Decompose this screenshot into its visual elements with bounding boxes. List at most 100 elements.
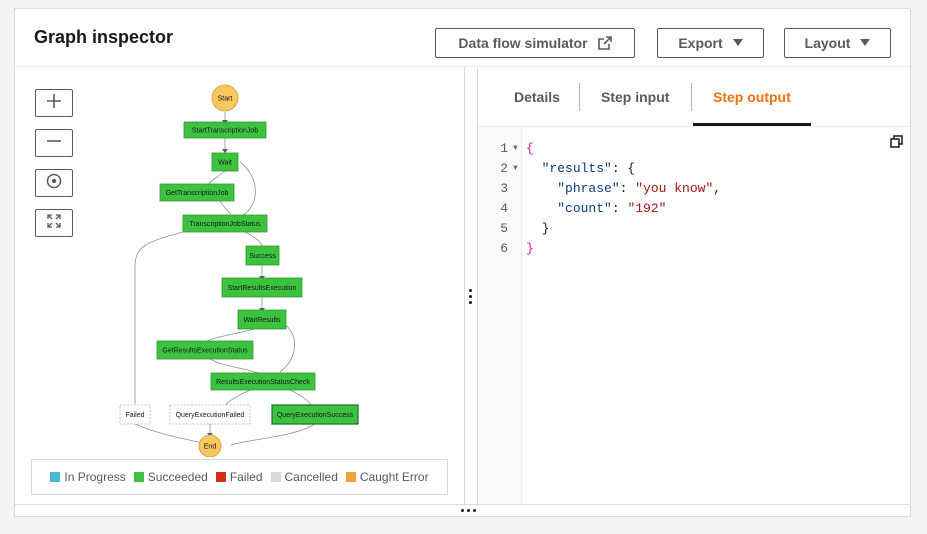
- caret-down-icon: [860, 39, 871, 47]
- state-end-label: End: [204, 444, 217, 451]
- state-transcription-job-status[interactable]: TranscriptionJobStatus: [182, 214, 268, 233]
- state-results-execution-status-check-label: ResultsExecutionStatusCheck: [216, 379, 310, 386]
- state-transcription-job-status-label: TranscriptionJobStatus: [189, 221, 261, 228]
- export-label: Export: [678, 35, 723, 51]
- legend-failed: Failed: [215, 470, 263, 484]
- tab-separator: [579, 83, 580, 111]
- state-machine-graph: Start StartTranscriptionJob Wait GetTran…: [119, 84, 359, 457]
- drag-handle-icon: [461, 509, 476, 512]
- data-flow-simulator-button[interactable]: Data flow simulator: [435, 28, 635, 58]
- code-line: "count": "192": [526, 199, 666, 219]
- code-token: {: [526, 141, 534, 156]
- graph-legend: In Progress Succeeded Failed Cancelled C…: [31, 459, 448, 495]
- active-tab-indicator: [693, 123, 811, 126]
- json-code-viewer[interactable]: 1 ▼ {2 ▼ "results": { 3 "phrase": "you know"…: [478, 127, 910, 504]
- legend-in-progress: In Progress: [50, 470, 126, 484]
- code-line: {: [526, 139, 534, 159]
- fold-toggle-icon[interactable]: ▼: [513, 139, 518, 159]
- state-query-execution-failed[interactable]: QueryExecutionFailed: [169, 404, 251, 425]
- code-token: "results": [541, 161, 612, 176]
- succeeded-swatch: [133, 472, 144, 482]
- graph-inspector-panel: Graph inspector Data flow simulator Expo…: [14, 8, 911, 517]
- state-wait-results-label: WaitResults: [243, 317, 281, 324]
- state-failed[interactable]: Failed: [119, 404, 151, 425]
- fold-toggle-icon[interactable]: ▼: [513, 159, 518, 179]
- code-token: ,: [713, 181, 722, 196]
- tab-separator: [691, 83, 692, 111]
- legend-succeeded-label: Succeeded: [147, 470, 208, 484]
- line-number: 3: [500, 181, 508, 196]
- code-line: }: [526, 219, 550, 239]
- state-get-results-execution-status-label: GetResultsExecutionStatus: [162, 348, 248, 355]
- code-line: "phrase": "you know",: [526, 179, 721, 199]
- legend-caught-error: Caught Error: [345, 470, 429, 484]
- state-end[interactable]: End: [198, 434, 222, 457]
- code-line: }: [526, 239, 534, 259]
- line-number: 4: [500, 201, 508, 216]
- code-line: "results": {: [526, 159, 636, 179]
- state-get-results-execution-status[interactable]: GetResultsExecutionStatus: [156, 340, 254, 360]
- code-token: : {: [611, 161, 636, 176]
- legend-cancelled: Cancelled: [270, 470, 338, 484]
- code-token: :: [619, 181, 636, 196]
- state-start-transcription-job[interactable]: StartTranscriptionJob: [183, 121, 267, 139]
- state-start[interactable]: Start: [211, 84, 239, 112]
- state-get-transcription-job[interactable]: GetTranscriptionJob: [159, 183, 235, 202]
- state-start-results-execution[interactable]: StartResultsExecution: [221, 277, 303, 298]
- external-link-icon: [597, 36, 612, 50]
- state-results-execution-status-check[interactable]: ResultsExecutionStatusCheck: [210, 372, 316, 391]
- copy-icon[interactable]: [890, 135, 904, 153]
- legend-failed-label: Failed: [229, 470, 263, 484]
- code-token: "count": [557, 201, 612, 216]
- state-wait[interactable]: Wait: [211, 152, 239, 172]
- state-wait-label: Wait: [218, 160, 232, 167]
- tab-step-input[interactable]: Step input: [601, 89, 669, 105]
- in-progress-swatch: [50, 472, 61, 482]
- state-success-label: Success: [249, 253, 276, 260]
- line-number: 5: [500, 221, 508, 236]
- line-number: 2: [500, 161, 508, 176]
- state-success[interactable]: Success: [245, 245, 280, 266]
- tab-list: Details Step input Step output: [478, 67, 910, 127]
- legend-cancelled-label: Cancelled: [284, 470, 338, 484]
- legend-in-progress-label: In Progress: [64, 470, 126, 484]
- state-start-transcription-job-label: StartTranscriptionJob: [192, 128, 258, 135]
- details-pane: Details Step input Step output 1 ▼ {2 ▼ "re…: [478, 67, 910, 504]
- legend-succeeded: Succeeded: [133, 470, 208, 484]
- code-token: "you know": [635, 181, 714, 196]
- graph-pane: Start StartTranscriptionJob Wait GetTran…: [15, 67, 464, 504]
- cancelled-swatch: [270, 472, 281, 482]
- vertical-resize-handle[interactable]: [464, 67, 478, 504]
- data-flow-simulator-label: Data flow simulator: [458, 35, 588, 51]
- layout-button[interactable]: Layout: [784, 28, 891, 58]
- code-token: }: [526, 221, 550, 236]
- horizontal-resize-handle[interactable]: [15, 504, 910, 516]
- state-start-label: Start: [218, 96, 233, 103]
- state-query-execution-success[interactable]: QueryExecutionSuccess: [271, 404, 359, 425]
- caught-error-swatch: [345, 472, 356, 482]
- code-token: :: [611, 201, 628, 216]
- tab-step-output[interactable]: Step output: [713, 89, 791, 105]
- failed-swatch: [215, 472, 226, 482]
- state-query-execution-failed-label: QueryExecutionFailed: [176, 412, 245, 419]
- layout-label: Layout: [804, 35, 851, 51]
- code-token: "phrase": [557, 181, 620, 196]
- panel-title: Graph inspector: [34, 27, 174, 47]
- state-wait-results[interactable]: WaitResults: [237, 309, 287, 330]
- caret-down-icon: [732, 39, 743, 47]
- export-button[interactable]: Export: [657, 28, 764, 58]
- state-get-transcription-job-label: GetTranscriptionJob: [166, 190, 229, 197]
- state-start-results-execution-label: StartResultsExecution: [228, 285, 297, 292]
- code-token: }: [526, 241, 534, 256]
- panel-header: Graph inspector Data flow simulator Expo…: [15, 9, 910, 67]
- drag-handle-icon: [469, 289, 473, 304]
- state-failed-label: Failed: [125, 412, 144, 419]
- code-token: "192": [627, 201, 667, 216]
- legend-caught-error-label: Caught Error: [359, 470, 429, 484]
- tab-details[interactable]: Details: [514, 89, 560, 105]
- state-query-execution-success-label: QueryExecutionSuccess: [277, 412, 354, 419]
- line-number: 1: [500, 141, 508, 156]
